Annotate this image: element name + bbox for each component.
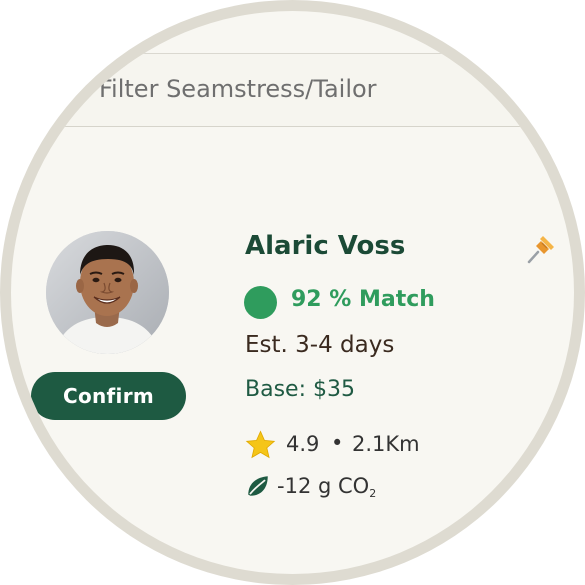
match-percentage: 92 % Match <box>291 287 435 312</box>
estimated-time: Est. 3-4 days <box>245 332 395 358</box>
match-indicator-icon <box>244 286 277 319</box>
filter-bar[interactable]: Filter Seamstress/Tailor <box>11 53 574 127</box>
stage: Filter Seamstress/Tailor Confirm Alaric … <box>0 0 585 585</box>
separator-dot: • <box>331 431 344 455</box>
base-price: Base: $35 <box>245 377 355 402</box>
pushpin-icon[interactable] <box>523 231 559 267</box>
co2-subscript: 2 <box>369 487 377 500</box>
star-icon <box>245 430 276 459</box>
distance-value: 2.1Km <box>352 432 420 456</box>
co2-savings: -12 g CO2 <box>277 474 376 500</box>
provider-name: Alaric Voss <box>245 231 406 261</box>
magnified-view: Filter Seamstress/Tailor Confirm Alaric … <box>11 11 574 574</box>
avatar[interactable] <box>46 231 169 354</box>
person-avatar-icon <box>46 231 169 354</box>
co2-value: -12 g CO <box>277 474 370 498</box>
filter-placeholder: Filter Seamstress/Tailor <box>99 75 377 103</box>
confirm-button[interactable]: Confirm <box>31 372 186 420</box>
leaf-icon <box>248 476 268 496</box>
rating-value: 4.9 <box>286 432 320 456</box>
